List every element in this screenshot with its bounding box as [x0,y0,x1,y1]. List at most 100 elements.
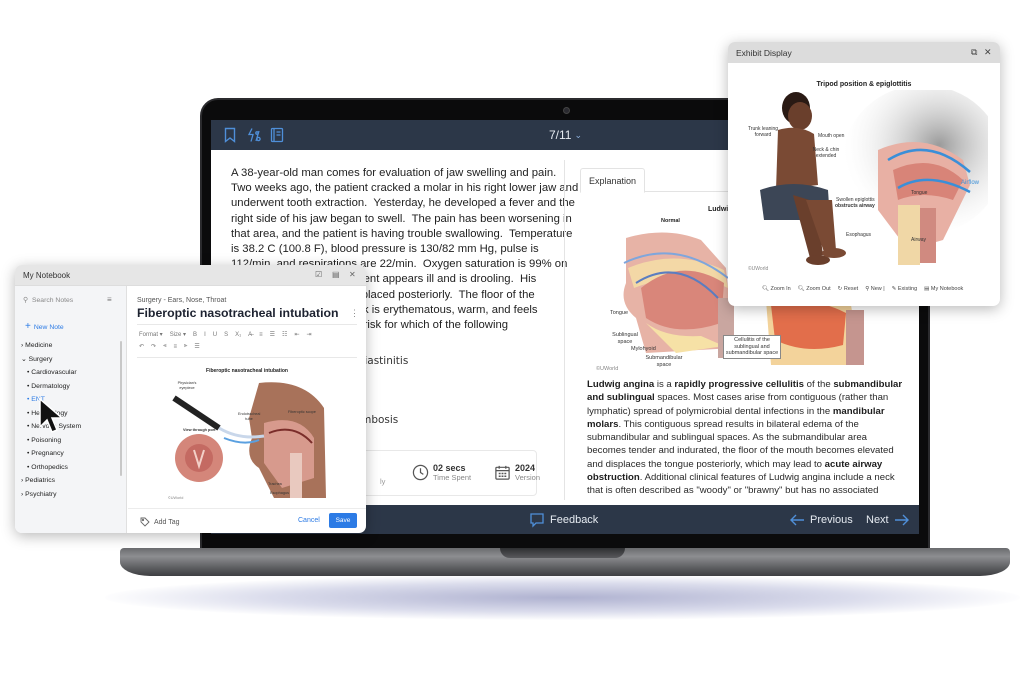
editor-tool-button[interactable]: ↶ [139,343,144,350]
feedback-button[interactable]: Feedback [529,512,598,528]
fig-label-esophagus: Esophagus [270,491,289,495]
notebook-tree-item[interactable]: • Dermatology [21,380,121,394]
new-label: New [870,286,882,292]
more-options-icon[interactable]: ⋮ [350,308,359,319]
close-icon[interactable]: ✕ [349,270,356,279]
fig-label-mylohyoid: Mylohyoid [631,346,656,352]
my-notebook-window: My Notebook ☑ ▤ ✕ ⚲ Search Notes ≡ + New … [15,265,366,533]
tab-explanation[interactable]: Explanation [580,168,645,193]
note-title[interactable]: Fiberoptic nasotracheal intubation [137,306,339,320]
tripod-epiglottitis-figure [760,90,988,265]
fig-label-trachea: Trachea [268,482,282,486]
notebook-tree-item[interactable]: • Orthopedics [21,461,121,475]
note-editor: Surgery - Ears, Nose, Throat Fiberoptic … [128,286,366,533]
editor-tool-button[interactable]: ⫷ [163,343,166,350]
search-notes-input[interactable]: ⚲ Search Notes [23,296,74,305]
editor-tool-button[interactable]: Size ▾ [170,331,186,338]
note-category: Surgery - Ears, Nose, Throat [137,297,227,304]
label-airflow: Airflow [961,180,980,186]
notebook-tree-item[interactable]: ⌄ Surgery [21,353,121,367]
question-counter-dropdown[interactable]: 7/11 ⌄ [549,128,582,142]
zoom-in-label: Zoom In [770,286,791,292]
previous-button[interactable]: Previous [789,512,853,528]
editor-tool-button[interactable]: X₁ [235,332,241,338]
chevron-down-icon: ⌄ [574,129,583,140]
search-placeholder: Search Notes [31,296,74,304]
notebook-tree-item[interactable]: • Poisoning [21,434,121,448]
maximize-icon[interactable]: ▤ [332,270,340,279]
zoom-out-label: Zoom Out [806,286,831,292]
calendar-icon [495,465,510,480]
fig-label-view: View through port [183,428,216,432]
notebook-tree-item[interactable]: • ENT [21,393,121,407]
label-esophagus: Esophagus [846,232,872,238]
editor-tool-button[interactable]: ⇤ [294,331,299,338]
notebook-tree-item[interactable]: • Pregnancy [21,447,121,461]
checkbox-icon[interactable]: ☑ [315,270,322,279]
notebook-tree-item[interactable]: • Cardiovascular [21,366,121,380]
editor-tool-button[interactable]: Format ▾ [139,331,163,338]
fig-credit: ©UWorld [168,496,184,500]
existing-note-button[interactable]: ✎ Existing [892,286,917,292]
arrow-right-icon [894,514,909,526]
editor-tool-button[interactable]: B [193,332,197,338]
editor-tool-button[interactable]: A̶ [248,332,252,338]
panel-divider [564,160,565,500]
editor-tool-button[interactable]: ↷ [151,343,156,350]
lab-values-icon[interactable] [246,127,262,143]
new-note-button[interactable]: + New Note [25,321,64,332]
editor-tool-button[interactable]: I [204,332,206,338]
my-notebook-button[interactable]: ▤ My Notebook [924,286,963,292]
divider [137,357,357,358]
notebook-tree-item[interactable]: › Psychiatry [21,488,121,502]
cancel-button[interactable]: Cancel [298,517,320,524]
editor-tool-button[interactable]: ☰ [270,331,275,338]
time-spent-stat: 02 secs Time Spent [412,463,471,482]
save-button[interactable]: Save [329,513,357,528]
feedback-label: Feedback [550,514,599,526]
explanation-bold-term: rapidly progressive cellulitis [674,379,804,390]
notebook-tree-item[interactable]: › Medicine [21,339,121,353]
explanation-text-span: of the [804,379,834,390]
figure-normal-label: Normal [661,218,680,224]
filter-icon[interactable]: ≡ [107,295,112,304]
reset-button[interactable]: ↻ Reset [838,286,859,292]
label-trunk: Trunk leaning forward [747,126,779,138]
stem-line: that area, and the patient is having tro… [231,227,573,240]
my-notebook-label: My Notebook [930,286,964,292]
editor-toolbar-row-1: Format ▾ Size ▾ B I U S X₁ A̶ ≡ ☰ ☷ ⇤ ⇥ [139,331,312,339]
editor-tool-button[interactable]: ⇥ [306,331,311,338]
label-mouth-open: Mouth open [818,133,845,139]
sidebar-scrollbar[interactable] [120,341,122,476]
add-tag-button[interactable]: Add Tag [140,517,180,527]
explanation-bold-term: Ludwig angina [587,379,655,390]
new-note-button[interactable]: ⚲ New | [865,286,885,292]
bookmark-icon[interactable] [222,127,238,143]
fig-label-tongue: Tongue [610,310,629,316]
fig-credit: ©UWorld [596,366,619,372]
notebook-tree-item[interactable]: › Pediatrics [21,474,121,488]
close-icon[interactable]: ✕ [984,47,992,58]
notebook-tree-item[interactable]: • Hematology [21,407,121,421]
notebook-tree-item[interactable]: • Nervous System [21,420,121,434]
editor-tool-button[interactable]: ☷ [282,331,287,338]
editor-tool-button[interactable]: U [213,332,217,338]
laptop-base [120,548,1010,576]
editor-tool-button[interactable]: S [224,332,228,338]
stem-line: Two weeks ago, the patient cracked a mol… [231,182,579,195]
restore-window-icon[interactable]: ⧉ [971,47,977,58]
next-button[interactable]: Next [866,512,910,528]
editor-tool-button[interactable]: ⫸ [184,343,187,350]
stat-partial-label: ly [380,477,386,486]
notebook-icon[interactable] [269,127,285,143]
notebook-sidebar: ⚲ Search Notes ≡ + New Note › Medicine ⌄ S… [15,286,127,533]
stem-line: A 38-year-old man comes for evaluation o… [231,167,557,179]
zoom-out-button[interactable]: 🔍︎ Zoom Out [798,286,831,292]
editor-tool-button[interactable]: ≡ [259,332,263,338]
notebook-tree: › Medicine ⌄ Surgery • Cardiovascular • Der… [21,339,121,501]
editor-tool-button[interactable]: ≡ [173,344,177,350]
zoom-in-button[interactable]: 🔍︎ Zoom In [762,286,791,292]
editor-tool-button[interactable]: ☰ [194,343,199,350]
version-label: Version [515,473,541,482]
webcam [563,107,570,114]
